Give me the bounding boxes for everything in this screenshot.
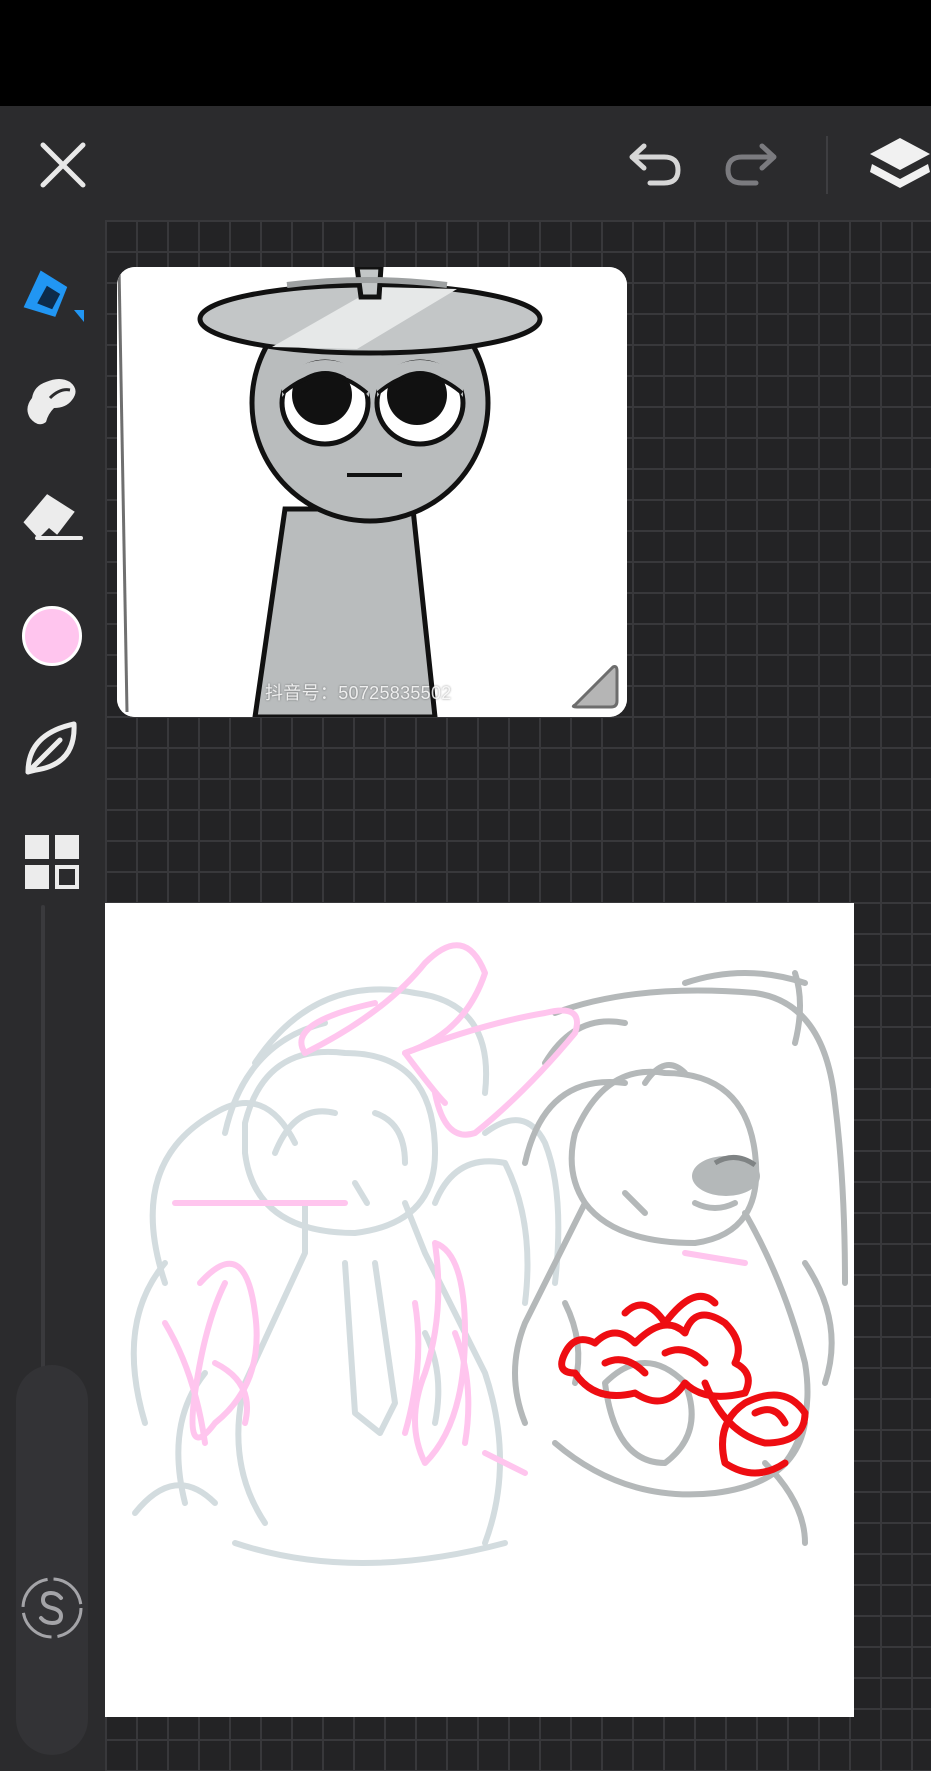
layers-icon [870, 138, 930, 188]
smudge-tool-button[interactable] [14, 362, 90, 438]
color-swatch [22, 606, 82, 666]
symmetry-button[interactable] [14, 1570, 90, 1646]
top-toolbar [0, 106, 931, 220]
gallery-button[interactable] [14, 824, 90, 900]
brush-size-slider[interactable] [41, 905, 45, 1375]
undo-icon [629, 143, 681, 186]
toolbar-divider [826, 136, 828, 194]
drawing-canvas[interactable] [105, 903, 854, 1717]
redo-icon [725, 143, 777, 186]
smudge-icon [27, 379, 76, 425]
leaf-icon [25, 721, 77, 775]
brush-library-button[interactable] [14, 710, 90, 786]
color-swatch-button[interactable] [14, 598, 90, 674]
opacity-slider[interactable] [16, 1365, 88, 1755]
layers-button[interactable] [860, 126, 931, 204]
sketch-artwork [130, 942, 848, 1566]
close-icon [40, 142, 86, 188]
eraser-tool-button[interactable] [14, 476, 90, 552]
close-button[interactable] [28, 130, 98, 200]
reference-window[interactable]: 抖音号：50725835502 [117, 267, 627, 717]
grid-icon [25, 835, 79, 889]
eraser-icon [23, 494, 83, 540]
s-icon [21, 1577, 83, 1639]
status-bar [0, 0, 931, 106]
pen-icon [23, 270, 84, 322]
undo-button[interactable] [618, 130, 692, 200]
left-sidebar [0, 220, 105, 1771]
reference-watermark: 抖音号：50725835502 [265, 683, 452, 703]
redo-button[interactable] [714, 130, 788, 200]
resize-handle-icon[interactable] [567, 657, 623, 713]
pen-tool-button[interactable] [14, 260, 90, 336]
reference-image [117, 267, 627, 717]
